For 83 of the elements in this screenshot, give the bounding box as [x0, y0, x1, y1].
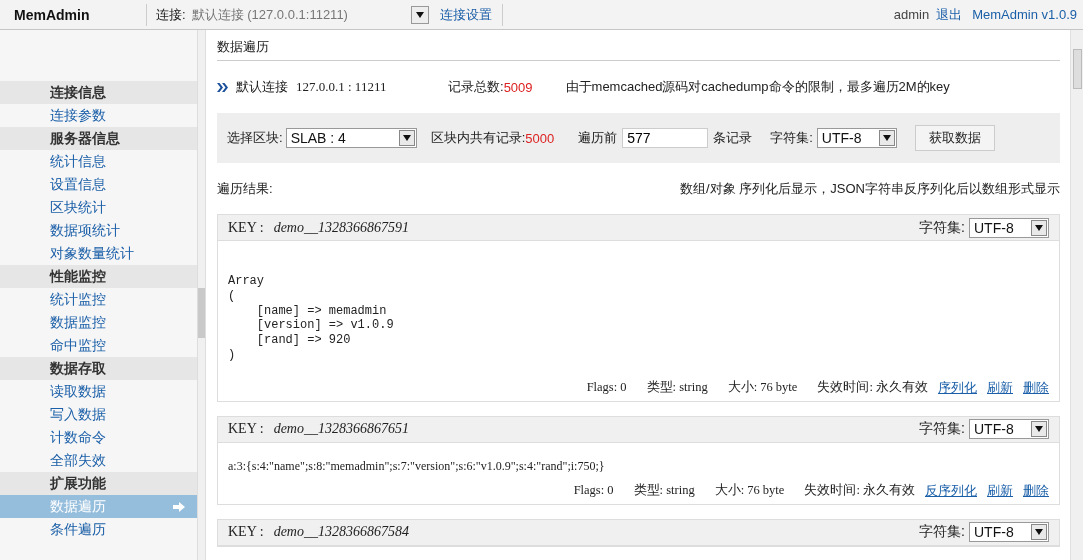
serialized-value: a:3:{s:4:"name";s:8:"memadmin";s:7:"version";s:6:"v1.0.9";s:4:"rand";i:750;} — [228, 457, 606, 474]
connection-label: 连接: — [156, 5, 186, 24]
menu-group-header: 扩展功能 — [0, 472, 198, 495]
charset-select[interactable]: UTF-8 — [816, 128, 897, 148]
scrollbar[interactable] — [197, 30, 205, 560]
caret-icon — [402, 135, 411, 141]
user-name: admin — [893, 7, 930, 22]
charset-select[interactable]: UTF-8 — [969, 522, 1049, 543]
meta-text: 大小: 76 byte — [727, 379, 798, 397]
total-label: 记录总数: — [448, 78, 504, 96]
caret-icon — [882, 135, 891, 141]
menu-item[interactable]: 对象数量统计 — [0, 242, 198, 265]
caret-icon — [1035, 224, 1043, 231]
menu-group-header: 数据存取 — [0, 357, 198, 380]
menu-item[interactable]: 命中监控 — [0, 334, 198, 357]
menu-group-header: 性能监控 — [0, 265, 198, 288]
version-link[interactable]: MemAdmin v1.0.9 — [972, 7, 1077, 22]
connection-address: 127.0.0.1 : 11211 — [296, 79, 388, 95]
dropdown-button[interactable] — [410, 5, 429, 24]
meta-text: 失效时间: 永久有效 — [804, 482, 915, 500]
menu-item[interactable]: 条件遍历 — [0, 518, 198, 541]
block-count-value: 5000 — [525, 130, 555, 146]
limit-input[interactable]: 577 — [622, 128, 709, 148]
arrow-icon — [173, 501, 186, 512]
menu-item[interactable]: 统计信息 — [0, 150, 198, 173]
menu-item[interactable]: 读取数据 — [0, 380, 198, 403]
action-link[interactable]: 反序列化 — [925, 481, 977, 500]
menu-item[interactable]: 写入数据 — [0, 403, 198, 426]
action-link[interactable]: 序列化 — [938, 378, 977, 397]
menu-item[interactable]: 统计监控 — [0, 288, 198, 311]
app-logo: MemAdmin — [13, 6, 91, 23]
results-label: 遍历结果: — [217, 180, 273, 198]
action-link[interactable]: 删除 — [1023, 378, 1049, 397]
meta-text: 类型: string — [633, 482, 695, 500]
menu-item[interactable]: 数据监控 — [0, 311, 198, 334]
slab-select[interactable]: SLAB : 4 — [285, 128, 417, 148]
connection-value: 默认连接 (127.0.0.1:11211) — [191, 5, 349, 24]
charset-select[interactable]: UTF-8 — [969, 419, 1049, 440]
connection-settings-link[interactable]: 连接设置 — [439, 5, 492, 24]
logout-link[interactable]: 退出 — [936, 5, 963, 24]
fetch-data-button[interactable]: 获取数据 — [914, 125, 995, 151]
key-name: demo__1328366867651 — [273, 421, 409, 438]
action-link[interactable]: 删除 — [1023, 481, 1049, 500]
key-name: demo__1328366867591 — [273, 219, 409, 236]
records-label: 条记录 — [713, 129, 753, 147]
meta-text: 类型: string — [646, 379, 708, 397]
menu-item[interactable]: 设置信息 — [0, 173, 198, 196]
meta-text: Flags: 0 — [586, 380, 627, 396]
charset-label: 字符集: — [919, 420, 965, 439]
block-count-label: 区块内共有记录: — [430, 129, 526, 147]
total-value: 5009 — [503, 79, 533, 95]
charset-label: 字符集: — [770, 129, 813, 147]
double-chevron-icon — [217, 82, 228, 92]
menu-item[interactable]: 数据项统计 — [0, 219, 198, 242]
caret-icon — [1035, 529, 1043, 536]
menu-group-header: 服务器信息 — [0, 127, 198, 150]
menu-item[interactable]: 区块统计 — [0, 196, 198, 219]
connection-name: 默认连接 — [236, 78, 288, 96]
limit-label: 遍历前 — [578, 129, 618, 147]
menu-group-header: 连接信息 — [0, 81, 198, 104]
charset-label: 字符集: — [919, 523, 965, 542]
caret-icon — [415, 11, 424, 18]
charset-select[interactable]: UTF-8 — [969, 217, 1049, 238]
meta-text: 大小: 76 byte — [714, 482, 785, 500]
results-note: 数组/对象 序列化后显示，JSON字符串反序列化后以数组形式显示 — [680, 180, 1060, 198]
key-label: KEY : — [228, 524, 264, 541]
action-link[interactable]: 刷新 — [987, 481, 1013, 500]
page-title: 数据遍历 — [217, 39, 269, 54]
meta-text: 失效时间: 永久有效 — [817, 379, 928, 397]
slab-label: 选择区块: — [227, 129, 283, 147]
scrollbar[interactable] — [1070, 30, 1083, 560]
menu-item[interactable]: 连接参数 — [0, 104, 198, 127]
meta-text: Flags: 0 — [573, 483, 614, 499]
key-label: KEY : — [228, 421, 264, 438]
caret-icon — [1035, 426, 1043, 433]
menu-item[interactable]: 全部失效 — [0, 449, 198, 472]
menu-item[interactable]: 计数命令 — [0, 426, 198, 449]
value-dump: Array ( [name] => memadmin [version] => v1.0.9 [rand] => 920 ) — [228, 273, 395, 363]
key-label: KEY : — [228, 219, 264, 236]
limit-note: 由于memcached源码对cachedump命令的限制，最多遍历2M的key — [565, 78, 950, 96]
key-name: demo__1328366867584 — [273, 524, 409, 541]
charset-label: 字符集: — [919, 218, 965, 237]
action-link[interactable]: 刷新 — [987, 378, 1013, 397]
